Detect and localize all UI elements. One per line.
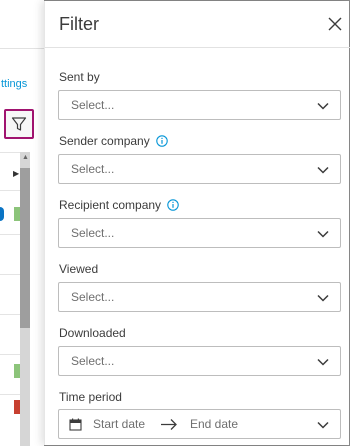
- row-divider: [0, 314, 20, 315]
- chevron-down-icon: [317, 294, 329, 302]
- chevron-down-icon: [317, 230, 329, 238]
- arrow-right-icon: [161, 419, 177, 430]
- row-divider: [0, 234, 20, 235]
- select-placeholder: Select...: [71, 290, 115, 304]
- select-placeholder: Select...: [71, 98, 115, 112]
- filter-toggle-button[interactable]: [4, 109, 34, 139]
- downloaded-label: Downloaded: [59, 326, 126, 340]
- background-page: ttings ▶ ▲: [0, 0, 44, 446]
- sent-by-select[interactable]: Select...: [58, 90, 341, 120]
- info-icon[interactable]: [167, 199, 179, 211]
- row-divider: [0, 190, 20, 191]
- sender-company-label: Sender company: [59, 134, 168, 148]
- end-date-input[interactable]: End date: [190, 417, 238, 431]
- viewed-label: Viewed: [59, 262, 99, 276]
- panel-header: Filter: [45, 1, 350, 48]
- funnel-icon: [11, 117, 27, 131]
- calendar-icon: [69, 418, 82, 431]
- recipient-company-label: Recipient company: [59, 198, 179, 212]
- info-icon[interactable]: [155, 135, 168, 147]
- scroll-up-icon[interactable]: ▲: [22, 154, 29, 161]
- close-icon: [328, 17, 342, 31]
- chevron-down-icon: [317, 421, 329, 429]
- sender-company-select[interactable]: Select...: [58, 154, 341, 184]
- select-placeholder: Select...: [71, 354, 115, 368]
- filter-panel: Filter Sent by Select... Sender company …: [44, 1, 350, 445]
- settings-link[interactable]: ttings: [1, 78, 27, 90]
- panel-title: Filter: [59, 14, 99, 34]
- viewed-select[interactable]: Select...: [58, 282, 341, 312]
- row-divider: [0, 274, 20, 275]
- chevron-down-icon: [317, 166, 329, 174]
- header-divider: [0, 48, 44, 49]
- select-placeholder: Select...: [71, 162, 115, 176]
- downloaded-select[interactable]: Select...: [58, 346, 341, 376]
- sort-arrow-icon[interactable]: ▶: [13, 169, 19, 178]
- sent-by-label: Sent by: [59, 70, 100, 84]
- close-button[interactable]: [325, 14, 345, 34]
- chevron-down-icon: [317, 102, 329, 110]
- row-divider: [0, 354, 20, 355]
- time-period-label: Time period: [59, 390, 122, 404]
- start-date-input[interactable]: Start date: [93, 417, 145, 431]
- chevron-down-icon: [317, 358, 329, 366]
- select-placeholder: Select...: [71, 226, 115, 240]
- row-divider: [0, 394, 20, 395]
- scrollbar-thumb[interactable]: [20, 168, 30, 328]
- status-indicator: [0, 207, 4, 221]
- time-period-range[interactable]: Start date End date: [58, 409, 341, 439]
- row-divider: [0, 152, 20, 153]
- recipient-company-select[interactable]: Select...: [58, 218, 341, 248]
